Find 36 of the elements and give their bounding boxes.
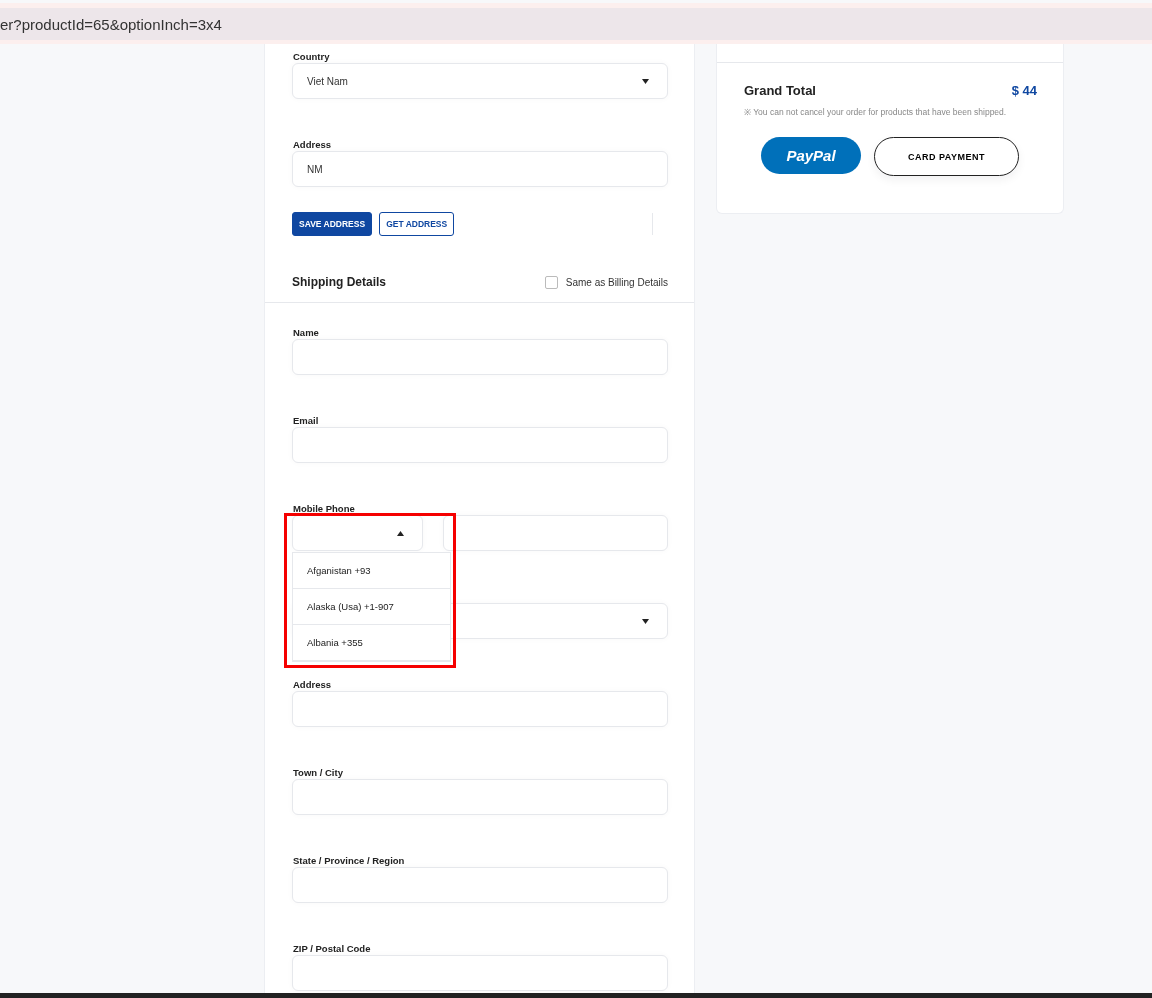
address-button[interactable]: SAVE ADDRESS bbox=[292, 212, 373, 236]
input-field[interactable]: NM bbox=[292, 151, 668, 187]
dropdown-option[interactable]: Afganistan +93 bbox=[293, 553, 450, 589]
section-title: Shipping Details bbox=[292, 274, 386, 289]
phone-code-select[interactable] bbox=[292, 515, 423, 551]
field-label: ZIP / Postal Code bbox=[292, 943, 371, 954]
checkbox-label: Same as Billing Details bbox=[565, 276, 668, 288]
field-label: Mobile Phone bbox=[292, 503, 355, 514]
caret-down-icon bbox=[642, 618, 649, 624]
country-select[interactable]: Viet Nam bbox=[292, 63, 668, 99]
field-label: Address bbox=[292, 139, 331, 150]
input-field[interactable] bbox=[292, 779, 668, 815]
input-field[interactable] bbox=[292, 339, 668, 375]
checkbox[interactable] bbox=[544, 275, 558, 289]
input-field[interactable] bbox=[292, 955, 668, 991]
dropdown-option[interactable]: Albania +355 bbox=[293, 625, 450, 661]
paypal-button[interactable]: PayPal bbox=[761, 137, 861, 174]
input-field[interactable] bbox=[292, 867, 668, 903]
grand-total-label: Grand Total bbox=[744, 83, 816, 98]
dropdown-option[interactable]: Alaska (Usa) +1-907 bbox=[293, 589, 450, 625]
field-label: State / Province / Region bbox=[292, 855, 405, 866]
input-field[interactable] bbox=[292, 427, 668, 463]
note-text: ※ You can not cancel your order for products that have been shipped. bbox=[743, 106, 1008, 117]
caret-up-icon bbox=[397, 530, 404, 536]
field-label: Email bbox=[292, 415, 319, 426]
card-payment-button[interactable]: CARD PAYMENT bbox=[874, 137, 1019, 176]
caret-down-icon bbox=[642, 78, 649, 84]
address-bar[interactable]: er?productId=65&optionInch=3x4 bbox=[0, 3, 1152, 44]
grand-total-value: $ 44 bbox=[1011, 83, 1037, 98]
field-label: Address bbox=[292, 679, 331, 690]
input-field[interactable] bbox=[292, 691, 668, 727]
address-button[interactable]: GET ADDRESS bbox=[379, 212, 455, 236]
phone-number-field[interactable] bbox=[443, 515, 668, 551]
field-label: Country bbox=[292, 51, 330, 62]
field-label: Town / City bbox=[292, 767, 343, 778]
field-label: Name bbox=[292, 327, 319, 338]
